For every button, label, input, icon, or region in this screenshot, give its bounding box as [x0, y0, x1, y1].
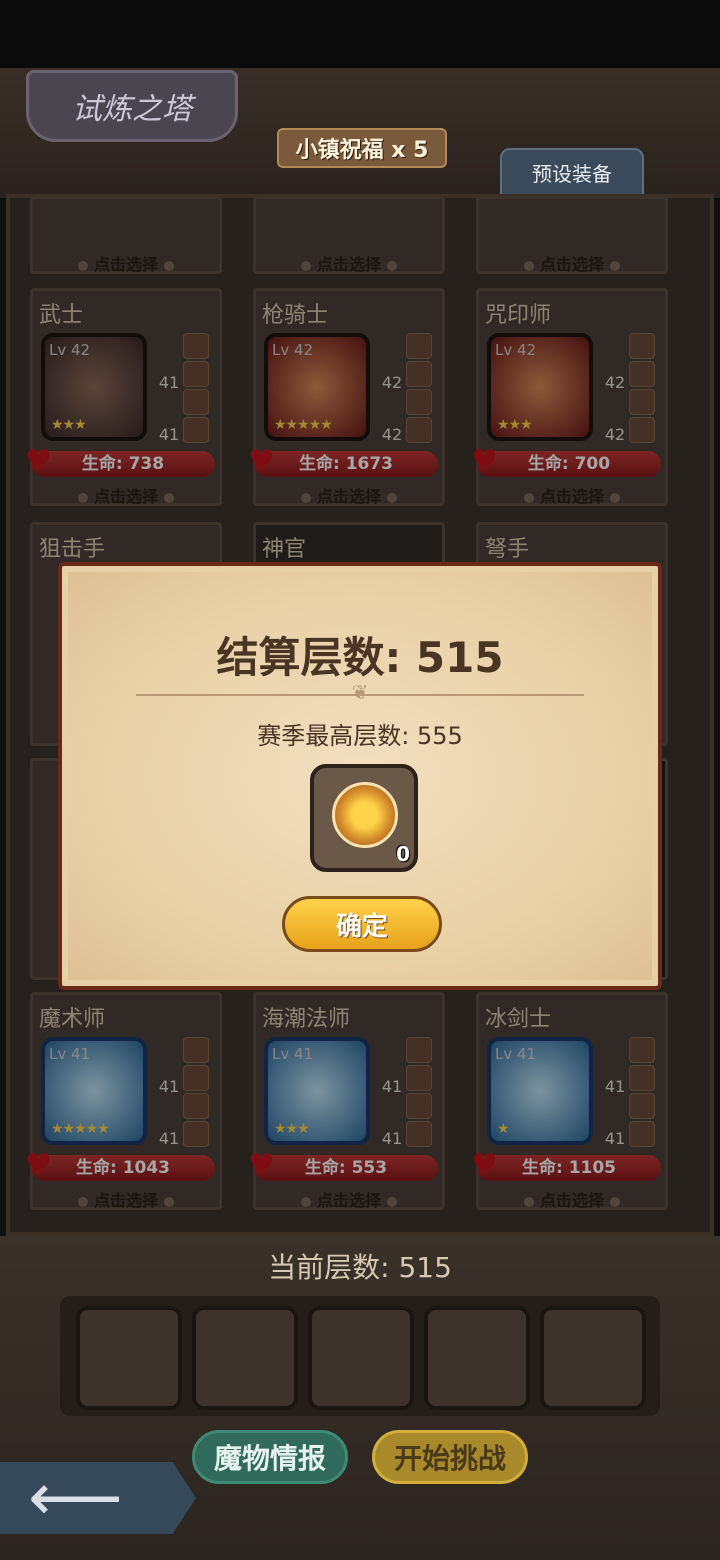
team-slot[interactable] [540, 1306, 646, 1410]
reward-item[interactable]: 0 [310, 764, 418, 872]
back-arrow-icon: ⟵ [28, 1459, 123, 1536]
current-floor: 当前层数: 515 [268, 1251, 452, 1284]
page-title: 试炼之塔 [26, 70, 238, 142]
medal-icon [332, 782, 398, 848]
reward-count: 0 [396, 842, 410, 866]
status-bar [0, 0, 720, 68]
monster-info-button[interactable]: 魔物情报 [192, 1430, 348, 1484]
team-slot[interactable] [308, 1306, 414, 1410]
team-slot[interactable] [424, 1306, 530, 1410]
confirm-button[interactable]: 确定 [282, 896, 442, 952]
town-blessing-badge: 小镇祝福 x 5 [277, 128, 447, 168]
preset-equipment-tab[interactable]: 预设装备 [500, 148, 644, 194]
season-best-floor: 赛季最高层数: 555 [257, 722, 463, 750]
start-challenge-button[interactable]: 开始挑战 [372, 1430, 528, 1484]
result-dialog: 结算层数: 515 ❦ 赛季最高层数: 555 0 确定 [58, 562, 662, 990]
team-slot[interactable] [192, 1306, 298, 1410]
result-floor-title: 结算层数: 515 [216, 633, 504, 682]
team-slot[interactable] [76, 1306, 182, 1410]
divider-ornament-icon: ❦ [351, 680, 369, 704]
